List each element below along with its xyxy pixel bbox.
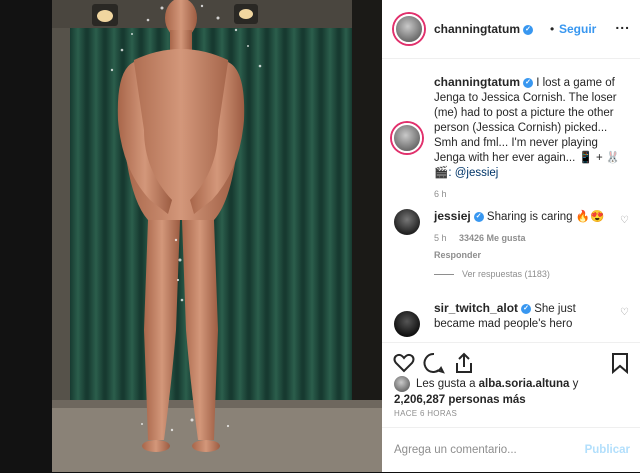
comment-icon[interactable] <box>422 351 446 375</box>
follow-button[interactable]: Seguir <box>559 22 596 36</box>
heart-icon[interactable] <box>392 351 416 375</box>
share-icon[interactable] <box>452 351 476 375</box>
post-header: channingtatum ✓ • Seguir ... <box>382 0 640 59</box>
verified-icon: ✓ <box>521 303 532 314</box>
view-replies-label[interactable]: Ver respuestas (1183) <box>462 269 550 279</box>
comment-input[interactable]: Agrega un comentario... <box>394 444 517 456</box>
author-username-text[interactable]: channingtatum <box>434 22 520 36</box>
likes-summary: Les gusta a alba.soria.altuna y 2,206,28… <box>394 376 630 408</box>
comment-heart-icon[interactable]: ♡ <box>620 213 629 228</box>
likes-mid: y <box>569 378 579 391</box>
comment-likes[interactable]: 33426 Me gusta <box>459 233 526 243</box>
verified-icon: ✓ <box>523 77 533 88</box>
divider-line <box>434 274 454 276</box>
add-comment-bar: Agrega un comentario... Publicar <box>382 427 640 473</box>
liker-avatar[interactable] <box>394 376 410 392</box>
caption-plus: + <box>592 152 606 164</box>
post-date: HACE 6 HORAS <box>394 409 458 418</box>
comment-item: jessiej ✓ Sharing is caring 🔥😍 5 h 33426 … <box>394 209 630 263</box>
caption-mention[interactable]: : @jessiej <box>448 167 498 179</box>
author-username[interactable]: channingtatum ✓ <box>434 22 533 36</box>
comments-list[interactable]: channingtatum ✓ I lost a game of Jenga to… <box>382 59 640 341</box>
comment-meta: 5 h 33426 Me gusta <box>434 231 630 246</box>
commenter-username[interactable]: sir_twitch_alot ✓ <box>434 301 532 315</box>
more-icon[interactable]: ... <box>615 16 630 32</box>
liker-username[interactable]: alba.soria.altuna <box>479 378 570 390</box>
caption-avatar[interactable] <box>392 123 422 153</box>
verified-icon: ✓ <box>473 211 484 222</box>
commenter-avatar[interactable] <box>394 311 420 337</box>
author-avatar[interactable] <box>394 14 424 44</box>
likes-prefix: Les gusta a <box>416 378 479 391</box>
commenter-avatar[interactable] <box>394 209 420 235</box>
bookmark-icon[interactable] <box>608 351 632 375</box>
caption-username[interactable]: channingtatum ✓ <box>434 75 533 89</box>
caption: channingtatum ✓ I lost a game of Jenga to… <box>392 75 630 202</box>
view-replies-button[interactable]: Ver respuestas (1183) <box>434 269 550 279</box>
caption-time: 6 h <box>434 189 447 199</box>
lightbox-backdrop <box>0 0 52 472</box>
shower-photo <box>52 0 382 472</box>
caption-text: I lost a game of Jenga to Jessica Cornis… <box>434 77 617 164</box>
comment-heart-icon[interactable]: ♡ <box>620 307 629 318</box>
publish-button[interactable]: Publicar <box>585 444 630 456</box>
post-image[interactable] <box>52 0 382 472</box>
comment-text: Sharing is caring <box>486 211 576 223</box>
reply-button[interactable]: Responder <box>434 248 630 263</box>
verified-icon: ✓ <box>523 24 533 35</box>
comment-item: sir_twitch_alot ✓ She just became mad peo… <box>394 301 614 337</box>
bunny-icon: 🐰 <box>605 152 621 164</box>
commenter-username[interactable]: jessiej ✓ <box>434 209 484 223</box>
comment-emoji: 🔥😍 <box>575 211 605 223</box>
likes-count[interactable]: 2,206,287 personas más <box>394 394 526 406</box>
camera-icon: 🎬 <box>434 167 449 179</box>
comment-time: 5 h <box>434 233 447 243</box>
phone-icon: 📱 <box>578 152 593 164</box>
separator-dot: • <box>550 22 555 36</box>
post-sidebar: channingtatum ✓ • Seguir ... channingtatu… <box>382 0 640 472</box>
